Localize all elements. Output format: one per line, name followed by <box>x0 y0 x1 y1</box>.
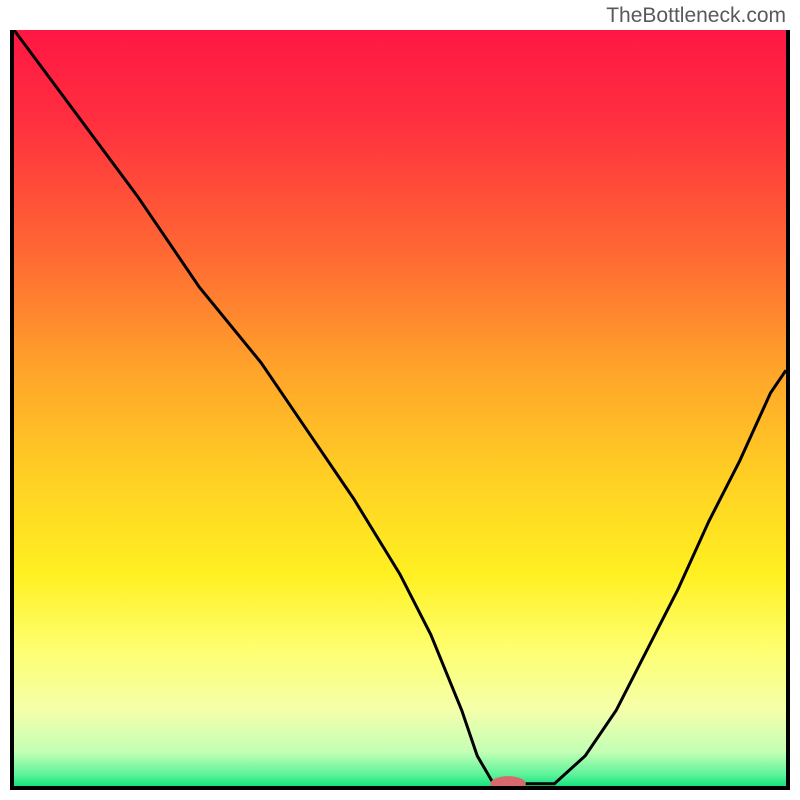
plot-svg <box>14 30 786 786</box>
gradient-background <box>14 30 786 786</box>
plot-frame <box>10 30 790 790</box>
watermark-text: TheBottleneck.com <box>606 4 786 28</box>
chart-card: TheBottleneck.com <box>0 0 800 800</box>
